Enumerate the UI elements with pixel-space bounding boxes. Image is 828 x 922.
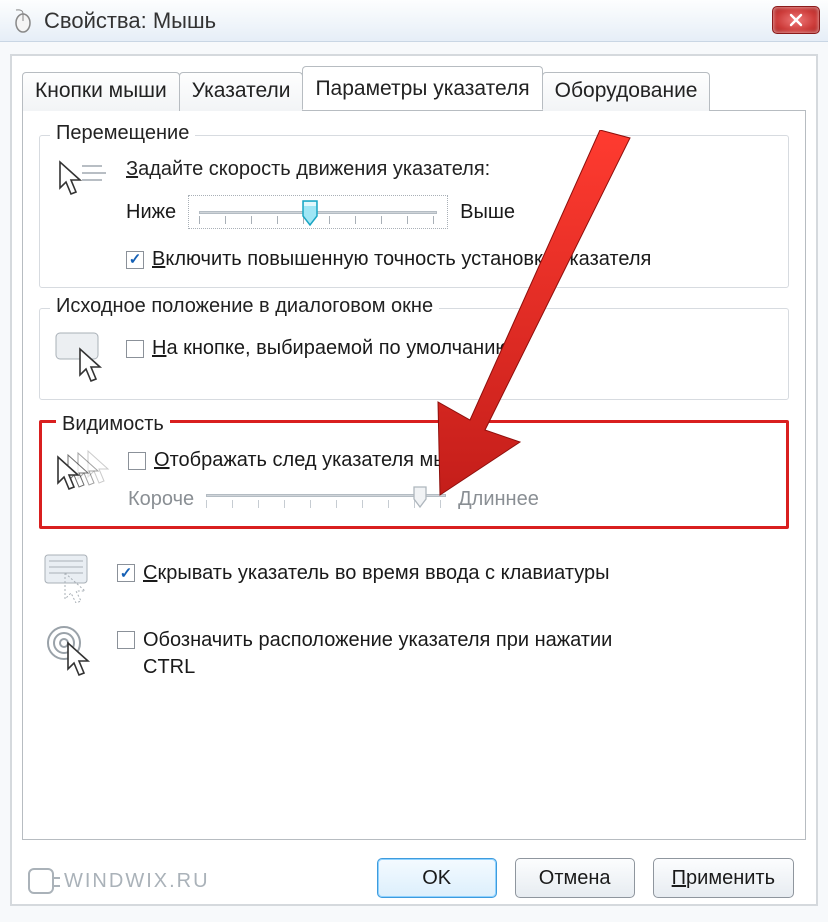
enhance-label-rest: ключить повышенную точность установки ук… [165,248,651,270]
watermark: WINDWIX.RU [28,868,210,894]
slider-thumb-icon [412,486,428,508]
checkbox-snap-default[interactable]: На кнопке, выбираемой по умолчанию [126,337,510,360]
checkbox-icon [126,251,144,269]
trails-long-label: Длиннее [458,488,539,511]
tab-buttons[interactable]: Кнопки мыши [22,72,180,111]
motion-icon [52,158,112,206]
trails-label-rest: тображать след указателя мыши [170,449,475,471]
mouse-icon [10,8,36,34]
window-title: Свойства: Мышь [44,8,216,34]
checkbox-hide-typing[interactable]: Скрывать указатель во время ввода с клав… [117,562,610,585]
close-button[interactable] [772,6,820,34]
motion-prompt-text: адайте скорость движения указателя: [138,158,490,180]
checkbox-show-trails[interactable]: Отображать след указателя мыши [128,449,475,472]
tab-hardware[interactable]: Оборудование [542,72,711,111]
checkbox-enhance-precision[interactable]: Включить повышенную точность установки у… [126,248,651,271]
checkbox-icon [128,452,146,470]
slider-low-label: Ниже [126,201,176,224]
hide-typing-icon [43,553,103,603]
slider-high-label: Выше [460,201,515,224]
trails-short-label: Короче [128,488,194,511]
group-snap: Исходное положение в диалоговом окне На … [39,308,789,400]
close-icon [788,12,804,28]
motion-prompt: З/*placeholder*/адайте скорость движения… [126,158,776,181]
highlight-box: Видимость Отображать след указ [39,420,789,529]
tabstrip: Кнопки мыши Указатели Параметры указател… [12,56,816,110]
apply-button[interactable]: Применить [653,858,794,898]
trails-slider[interactable] [206,486,446,514]
ok-button[interactable]: OK [377,858,497,898]
checkbox-icon [117,564,135,582]
cancel-button[interactable]: Отмена [515,858,635,898]
checkbox-icon [117,631,135,649]
tab-pointer-options[interactable]: Параметры указателя [302,66,542,110]
dialog-frame: Кнопки мыши Указатели Параметры указател… [10,54,818,906]
slider-thumb-icon [301,200,319,226]
tab-pointers[interactable]: Указатели [179,72,304,111]
snap-icon [52,331,112,383]
titlebar: Свойства: Мышь [0,0,828,42]
apply-rest: рименить [686,867,775,890]
checkbox-ctrl-locate[interactable]: Обозначить расположение указателя при на… [117,627,612,681]
hide-label-rest: крывать указатель во время ввода с клави… [157,562,609,584]
tab-body: Перемещение З/*placeholder*/адайте скоро… [22,110,806,840]
checkbox-icon [126,340,144,358]
plug-icon [28,868,54,894]
speed-slider[interactable] [188,195,448,229]
trails-icon [54,449,114,499]
snap-label-rest: а кнопке, выбираемой по умолчанию [166,337,510,359]
group-motion-legend: Перемещение [50,122,195,145]
group-visibility: Видимость Отображать след указ [52,427,776,516]
group-snap-legend: Исходное положение в диалоговом окне [50,295,439,318]
group-visibility-legend: Видимость [56,413,170,436]
group-motion: Перемещение З/*placeholder*/адайте скоро… [39,135,789,288]
ctrl-locate-icon [43,623,103,677]
watermark-text: WINDWIX.RU [64,870,210,893]
